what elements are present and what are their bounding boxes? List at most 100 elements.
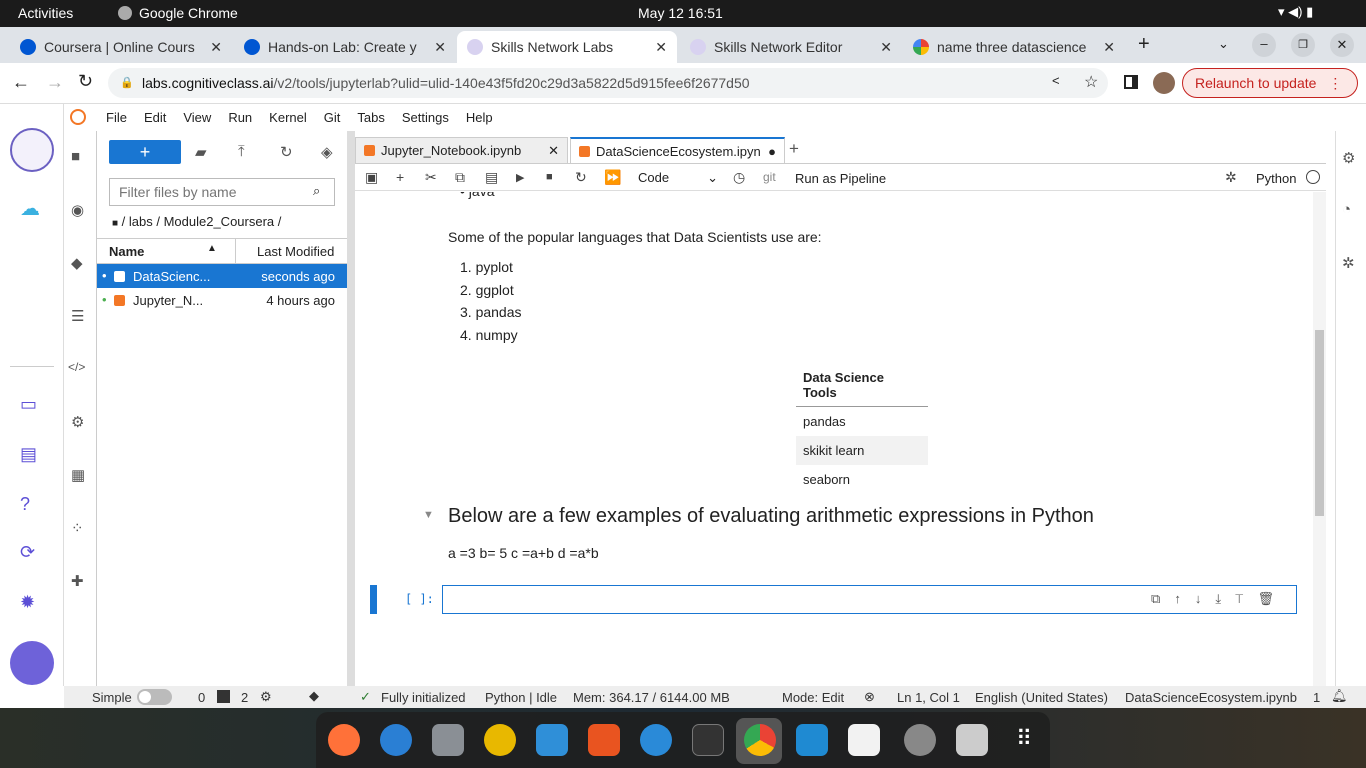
refresh-icon[interactable]: ↻ bbox=[280, 143, 293, 161]
menu-edit[interactable]: Edit bbox=[144, 110, 166, 125]
menu-file[interactable]: File bbox=[106, 110, 127, 125]
folder-icon[interactable]: ■ bbox=[71, 148, 80, 165]
cut-icon[interactable]: ✂ bbox=[425, 169, 437, 186]
property-inspector-icon[interactable]: ▦ bbox=[71, 466, 85, 484]
filter-files-input[interactable] bbox=[109, 178, 335, 206]
browser-tab[interactable]: name three datascience ✕ bbox=[903, 31, 1125, 63]
close-icon[interactable]: ✕ bbox=[548, 143, 559, 159]
tab-search-icon[interactable]: ⌄ bbox=[1218, 36, 1229, 52]
stop-icon[interactable]: ■ bbox=[546, 171, 553, 183]
git-icon[interactable]: ◆ bbox=[309, 688, 319, 704]
cursor-position[interactable]: Ln 1, Col 1 bbox=[897, 690, 960, 705]
cell-type-select[interactable]: Code ⌄ bbox=[638, 170, 718, 185]
writer-icon[interactable] bbox=[536, 724, 568, 756]
url-input[interactable]: 🔒 labs.cognitiveclass.ai/v2/tools/jupyter… bbox=[108, 68, 1108, 98]
help-icon[interactable] bbox=[640, 724, 672, 756]
sync-icon[interactable]: ⟳ bbox=[20, 542, 35, 563]
close-window-button[interactable]: ✕ bbox=[1330, 33, 1354, 57]
gauge-icon[interactable]: ◔ bbox=[1342, 201, 1351, 218]
back-icon[interactable]: ← bbox=[12, 72, 30, 93]
breadcrumb[interactable]: ■ / labs / Module2_Coursera / bbox=[112, 214, 281, 229]
language[interactable]: English (United States) bbox=[975, 690, 1108, 705]
software-icon[interactable] bbox=[588, 724, 620, 756]
menu-settings[interactable]: Settings bbox=[402, 110, 449, 125]
profile-avatar[interactable] bbox=[1153, 72, 1175, 94]
insert-cell-icon[interactable]: + bbox=[396, 169, 404, 185]
close-icon[interactable]: ✕ bbox=[1103, 39, 1115, 56]
reload-icon[interactable]: ↻ bbox=[78, 71, 93, 92]
menu-kernel[interactable]: Kernel bbox=[269, 110, 307, 125]
new-launcher-button[interactable]: + bbox=[109, 140, 181, 164]
git-button[interactable]: git bbox=[763, 170, 776, 184]
trash-icon[interactable] bbox=[956, 724, 988, 756]
browser-tab[interactable]: Coursera | Online Cours ✕ bbox=[10, 31, 232, 63]
disk-icon[interactable] bbox=[904, 724, 936, 756]
code-cell-input[interactable]: ⧉↑↓⤓⊤🗑 bbox=[442, 585, 1297, 614]
bell-icon[interactable]: 🔔︎ bbox=[1331, 688, 1348, 704]
close-icon[interactable]: ✕ bbox=[880, 39, 892, 56]
scrollbar[interactable] bbox=[1313, 192, 1326, 686]
debugger-icon[interactable]: ✲ bbox=[1225, 169, 1237, 186]
app-grid-icon[interactable]: ⠿ bbox=[1008, 724, 1040, 756]
menu-help[interactable]: Help bbox=[466, 110, 493, 125]
debugger-icon[interactable]: ✲ bbox=[1342, 254, 1355, 272]
clock[interactable]: May 12 16:51 bbox=[638, 5, 723, 21]
code-icon[interactable]: </> bbox=[68, 360, 85, 374]
inbox-icon[interactable]: ▭ bbox=[20, 394, 37, 415]
skills-network-logo[interactable] bbox=[10, 128, 54, 172]
clock-icon[interactable]: ◷ bbox=[733, 169, 745, 186]
unsaved-dot-icon[interactable]: ● bbox=[768, 144, 776, 159]
forward-icon[interactable]: → bbox=[46, 72, 64, 93]
app-name[interactable]: Google Chrome bbox=[139, 5, 238, 21]
thunderbird-icon[interactable] bbox=[380, 724, 412, 756]
menu-view[interactable]: View bbox=[183, 110, 211, 125]
files-icon[interactable] bbox=[432, 724, 464, 756]
shield-icon[interactable]: ⊗ bbox=[864, 689, 875, 705]
user-avatar[interactable] bbox=[10, 641, 54, 685]
run-all-icon[interactable]: ⏩ bbox=[604, 169, 621, 186]
toc-icon[interactable]: ☰ bbox=[71, 307, 84, 325]
cell-toolbar[interactable]: ⧉↑↓⤓⊤🗑 bbox=[1151, 591, 1288, 607]
menu-tabs[interactable]: Tabs bbox=[357, 110, 384, 125]
terminal-icon[interactable] bbox=[692, 724, 724, 756]
chrome-icon[interactable] bbox=[744, 724, 776, 756]
text-editor-icon[interactable] bbox=[848, 724, 880, 756]
run-as-pipeline-button[interactable]: Run as Pipeline bbox=[795, 171, 886, 186]
column-last-modified[interactable]: Last Modified bbox=[257, 244, 334, 259]
theme-icon[interactable]: ✹ bbox=[20, 592, 35, 613]
browser-tab[interactable]: Hands-on Lab: Create y ✕ bbox=[234, 31, 456, 63]
column-name[interactable]: Name bbox=[109, 244, 144, 259]
minimize-button[interactable]: – bbox=[1252, 33, 1276, 57]
bookmark-star-icon[interactable]: ☆ bbox=[1084, 72, 1098, 92]
close-icon[interactable]: ✕ bbox=[210, 39, 222, 56]
git-clone-icon[interactable]: ◈ bbox=[321, 143, 333, 161]
menu-run[interactable]: Run bbox=[228, 110, 252, 125]
file-row[interactable]: • Jupyter_N... 4 hours ago bbox=[97, 288, 347, 312]
git-icon[interactable]: ◆ bbox=[71, 254, 83, 272]
close-icon[interactable]: ✕ bbox=[434, 39, 446, 56]
activities-button[interactable]: Activities bbox=[18, 5, 73, 21]
run-icon[interactable]: ▶ bbox=[516, 171, 524, 184]
terminals-count[interactable]: 0 bbox=[198, 690, 205, 705]
paste-icon[interactable]: ▤ bbox=[485, 169, 498, 186]
puzzle-icon[interactable]: ✚ bbox=[71, 572, 84, 590]
relaunch-button[interactable]: Relaunch to update ⋮ bbox=[1182, 68, 1358, 98]
close-icon[interactable]: ✕ bbox=[655, 39, 667, 56]
kernels-count[interactable]: 2 bbox=[241, 690, 248, 705]
copy-icon[interactable]: ⧉ bbox=[455, 169, 465, 186]
extensions-icon[interactable]: ⁘ bbox=[71, 519, 84, 537]
property-inspector-icon[interactable]: ⚙ bbox=[1342, 149, 1355, 167]
vscode-icon[interactable] bbox=[796, 724, 828, 756]
chat-icon[interactable]: ☁ bbox=[20, 196, 40, 221]
side-panel-icon[interactable] bbox=[1124, 75, 1138, 89]
rhythmbox-icon[interactable] bbox=[484, 724, 516, 756]
kernel-name[interactable]: Python bbox=[1256, 171, 1296, 186]
maximize-button[interactable]: ❐ bbox=[1291, 33, 1315, 57]
save-icon[interactable]: ▣ bbox=[365, 169, 378, 186]
new-folder-icon[interactable]: ▰ bbox=[195, 143, 207, 161]
restart-icon[interactable]: ↻ bbox=[575, 169, 587, 186]
notebook-tab-active[interactable]: DataScienceEcosystem.ipyn ● bbox=[570, 137, 785, 163]
browser-tab-active[interactable]: Skills Network Labs ✕ bbox=[457, 31, 677, 63]
panel-splitter[interactable] bbox=[347, 131, 355, 686]
new-tab-button[interactable]: + bbox=[1138, 33, 1150, 56]
